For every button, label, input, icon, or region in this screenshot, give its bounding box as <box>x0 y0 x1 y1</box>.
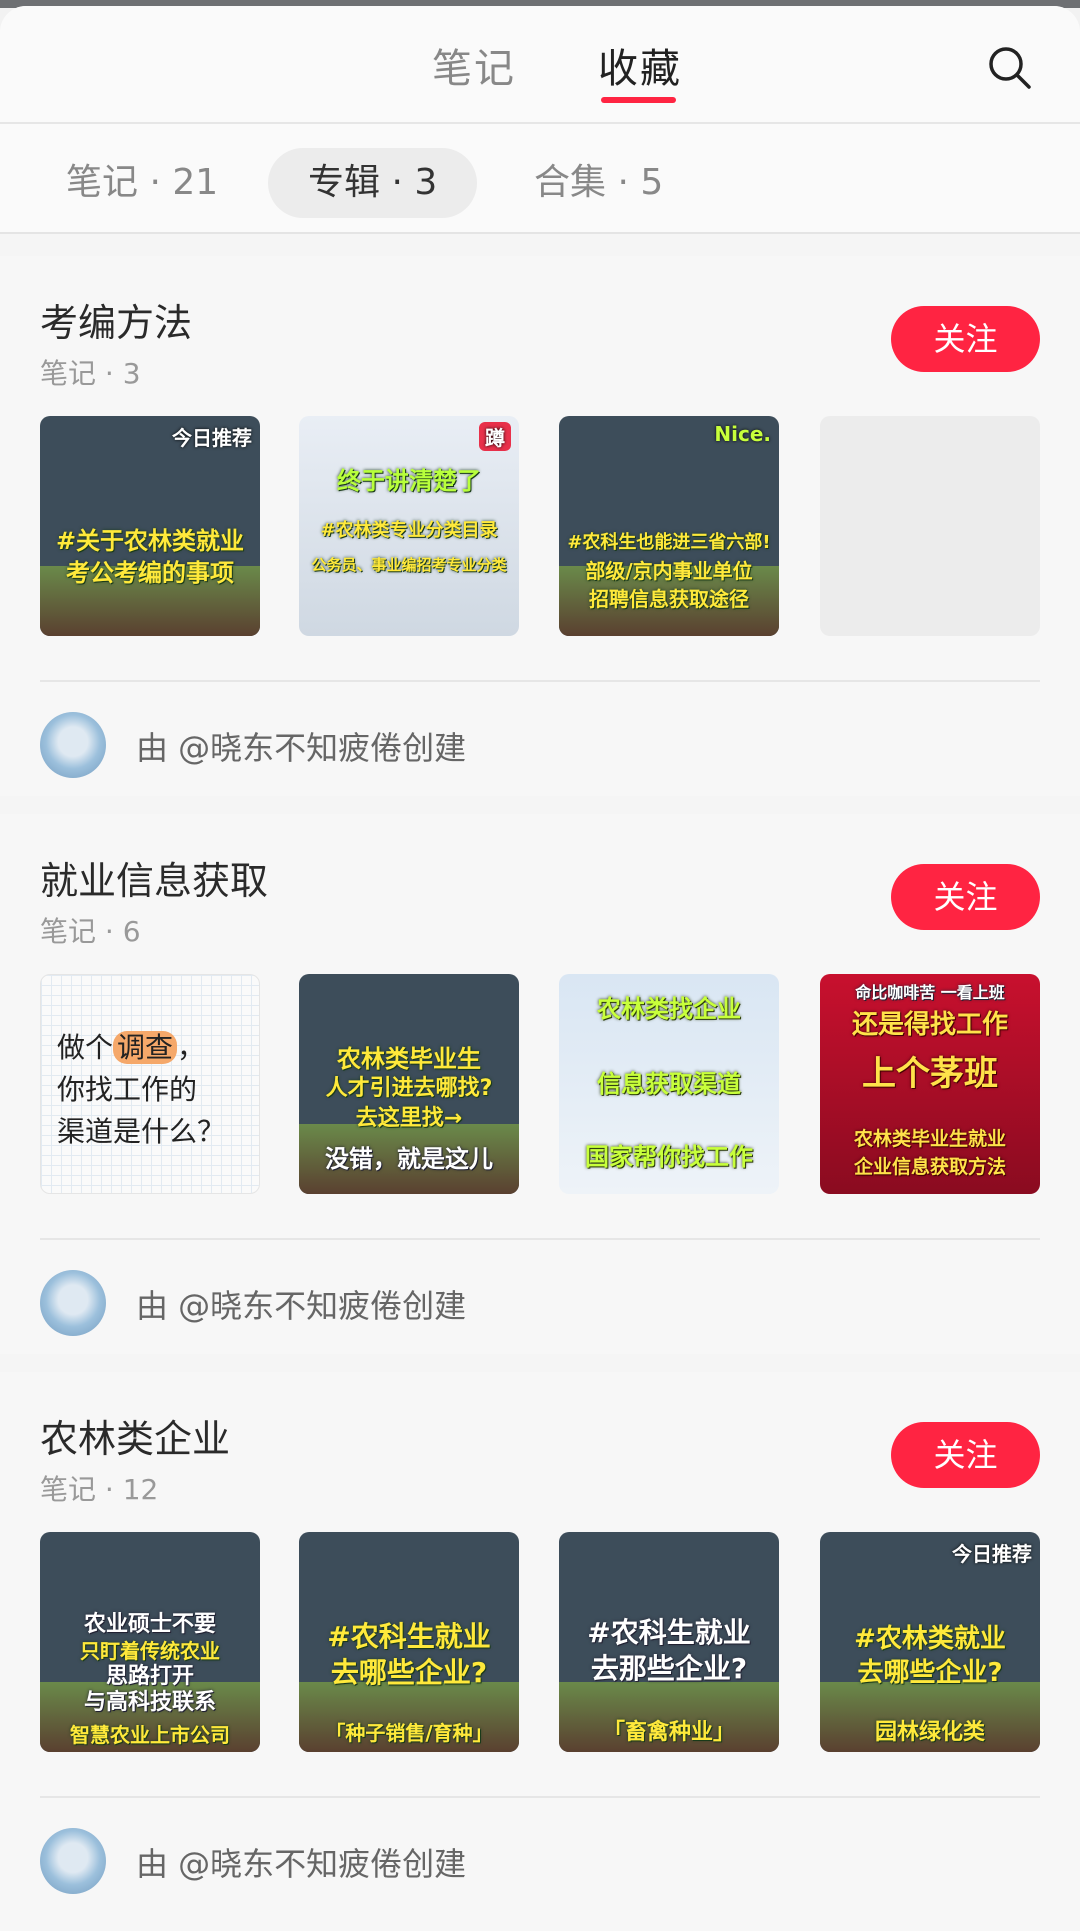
divider <box>40 1796 1040 1798</box>
thumb-caption: 国家帮你找工作 <box>585 1143 753 1171</box>
thumb-caption: #农林类就业 <box>854 1624 1006 1654</box>
note-thumbnail[interactable]: 今日推荐 #农林类就业 去哪些企业? 园林绿化类 <box>820 1532 1040 1752</box>
thumb-caption: 去那些企业? <box>590 1652 748 1685</box>
thumb-caption: 企业信息获取方法 <box>853 1156 1006 1178</box>
thumb-caption: 农林类毕业生 <box>337 1045 481 1073</box>
thumb-caption: 园林绿化类 <box>874 1720 985 1745</box>
creator-text: 由 @晓东不知疲倦创建 <box>136 1845 467 1883</box>
subtab-collections[interactable]: 合集 · 5 <box>534 148 663 218</box>
avatar[interactable] <box>40 1828 106 1894</box>
thumb-caption: 部级/京内事业单位 <box>585 559 753 583</box>
thumb-caption-part: 你找工作的 <box>57 1073 198 1106</box>
follow-button[interactable]: 关注 <box>891 864 1040 930</box>
avatar[interactable] <box>40 712 106 778</box>
note-thumbnail[interactable]: 农业硕士不要 只盯着传统农业 思路打开 与高科技联系 智慧农业上市公司 <box>40 1532 260 1752</box>
thumb-caption: #关于农林类就业 <box>55 527 245 555</box>
note-thumbnail[interactable]: 农林类找企业 信息获取渠道 国家帮你找工作 <box>559 974 779 1194</box>
thumb-caption: 人才引进去哪找? <box>325 1076 493 1101</box>
note-thumbnail[interactable]: #农科生就业 去哪些企业? 「种子销售/育种」 <box>299 1532 519 1752</box>
thumb-caption: 去这里找→ <box>355 1106 463 1131</box>
subtab-notes[interactable]: 笔记 · 21 <box>66 148 218 218</box>
thumb-caption: 信息获取渠道 <box>597 1070 741 1098</box>
thumb-caption: 招聘信息获取途径 <box>589 587 749 611</box>
album-note-count: 笔记 · 6 <box>40 915 141 948</box>
thumb-caption-highlight: 调查 <box>113 1031 178 1064</box>
note-thumbnail[interactable]: 做个 调查， 你找工作的 渠道是什么？ <box>40 974 260 1194</box>
avatar[interactable] <box>40 1270 106 1336</box>
thumb-caption: 「畜禽种业」 <box>602 1720 735 1745</box>
note-thumbnail[interactable]: 农林类毕业生 人才引进去哪找? 去这里找→ 没错，就是这儿 <box>299 974 519 1194</box>
tab-favorites[interactable]: 收藏 <box>598 36 682 94</box>
thumb-caption: 农林类找企业 <box>597 995 741 1023</box>
thumb-caption: 还是得找工作 <box>851 1010 1008 1040</box>
thumb-tag: 蹲 <box>479 422 511 451</box>
thumb-caption: 做个 调查， 你找工作的 渠道是什么？ <box>57 1027 225 1153</box>
album-note-count: 笔记 · 12 <box>40 1473 159 1506</box>
album-note-count: 笔记 · 3 <box>40 357 141 390</box>
thumb-caption: 农林类毕业生就业 <box>853 1128 1006 1150</box>
follow-button[interactable]: 关注 <box>891 1422 1040 1488</box>
thumb-caption: #农科生就业 <box>327 1620 491 1653</box>
creator-text: 由 @晓东不知疲倦创建 <box>136 729 467 767</box>
note-thumbnail[interactable]: #农科生就业 去那些企业? 「畜禽种业」 <box>559 1532 779 1752</box>
thumb-caption: 上个茅班 <box>862 1054 998 1094</box>
search-button[interactable] <box>986 44 1034 92</box>
thumb-caption-part: ， <box>177 1031 206 1064</box>
note-thumbnail[interactable]: 命比咖啡苦 一看上班 还是得找工作 上个茅班 农林类毕业生就业 企业信息获取方法 <box>820 974 1040 1194</box>
thumb-caption: 考公考编的事项 <box>66 559 234 587</box>
thumb-caption: #农林类专业分类目录 <box>320 520 498 541</box>
thumb-caption: #农科生也能进三省六部! <box>567 532 771 553</box>
header: 笔记 收藏 <box>0 6 1080 124</box>
album-card[interactable]: 就业信息获取 笔记 · 6 关注 做个 调查， 你找工作的 渠道是什么？ 农林类毕… <box>0 814 1080 1354</box>
note-thumbnail[interactable]: Nice. #农科生也能进三省六部! 部级/京内事业单位 招聘信息获取途径 <box>559 416 779 636</box>
thumb-caption: #农科生就业 <box>587 1616 751 1649</box>
follow-button[interactable]: 关注 <box>891 306 1040 372</box>
thumb-caption: 与高科技联系 <box>83 1690 216 1715</box>
subtab-bar: 笔记 · 21 专辑 · 3 合集 · 5 <box>0 124 1080 234</box>
thumb-caption: 命比咖啡苦 一看上班 <box>855 983 1005 1002</box>
tab-notes[interactable]: 笔记 <box>432 36 516 94</box>
thumb-tag: 今日推荐 <box>172 426 252 450</box>
thumb-caption: 公务员、事业编招考专业分类 <box>311 556 507 574</box>
thumb-caption: 终于讲清楚了 <box>337 467 481 495</box>
album-card[interactable]: 考编方法 笔记 · 3 关注 今日推荐 #关于农林类就业 考公考编的事项 蹲 终… <box>0 256 1080 796</box>
thumb-caption: 没错，就是这儿 <box>325 1145 493 1173</box>
thumb-tag: 今日推荐 <box>952 1542 1032 1566</box>
search-icon <box>989 47 1031 89</box>
divider <box>40 680 1040 682</box>
thumb-caption: 「种子销售/育种」 <box>325 1721 493 1745</box>
note-thumbnail[interactable]: 蹲 终于讲清楚了 #农林类专业分类目录 公务员、事业编招考专业分类 <box>299 416 519 636</box>
active-tab-indicator <box>601 97 676 103</box>
note-thumbnail-placeholder <box>820 416 1040 636</box>
subtab-albums[interactable]: 专辑 · 3 <box>268 148 478 218</box>
album-title: 就业信息获取 <box>40 859 269 903</box>
thumb-caption: 去哪些企业? <box>330 1656 488 1689</box>
creator-text: 由 @晓东不知疲倦创建 <box>136 1287 467 1325</box>
thumb-caption-part: 渠道是什么？ <box>57 1115 226 1148</box>
thumb-caption-part: 做个 <box>57 1031 114 1064</box>
thumb-caption: 去哪些企业? <box>857 1658 1003 1688</box>
thumb-caption: 智慧农业上市公司 <box>70 1723 230 1747</box>
favorites-sheet: 笔记 收藏 笔记 · 21 专辑 · 3 合集 · 5 考编方法 笔记 · 3 … <box>0 6 1080 1931</box>
thumb-tag: Nice. <box>714 422 771 446</box>
note-thumbnail[interactable]: 今日推荐 #关于农林类就业 考公考编的事项 <box>40 416 260 636</box>
album-card[interactable]: 农林类企业 笔记 · 12 关注 农业硕士不要 只盯着传统农业 思路打开 与高科… <box>0 1372 1080 1931</box>
album-title: 农林类企业 <box>40 1417 231 1461</box>
divider <box>40 1238 1040 1240</box>
album-title: 考编方法 <box>40 301 193 345</box>
